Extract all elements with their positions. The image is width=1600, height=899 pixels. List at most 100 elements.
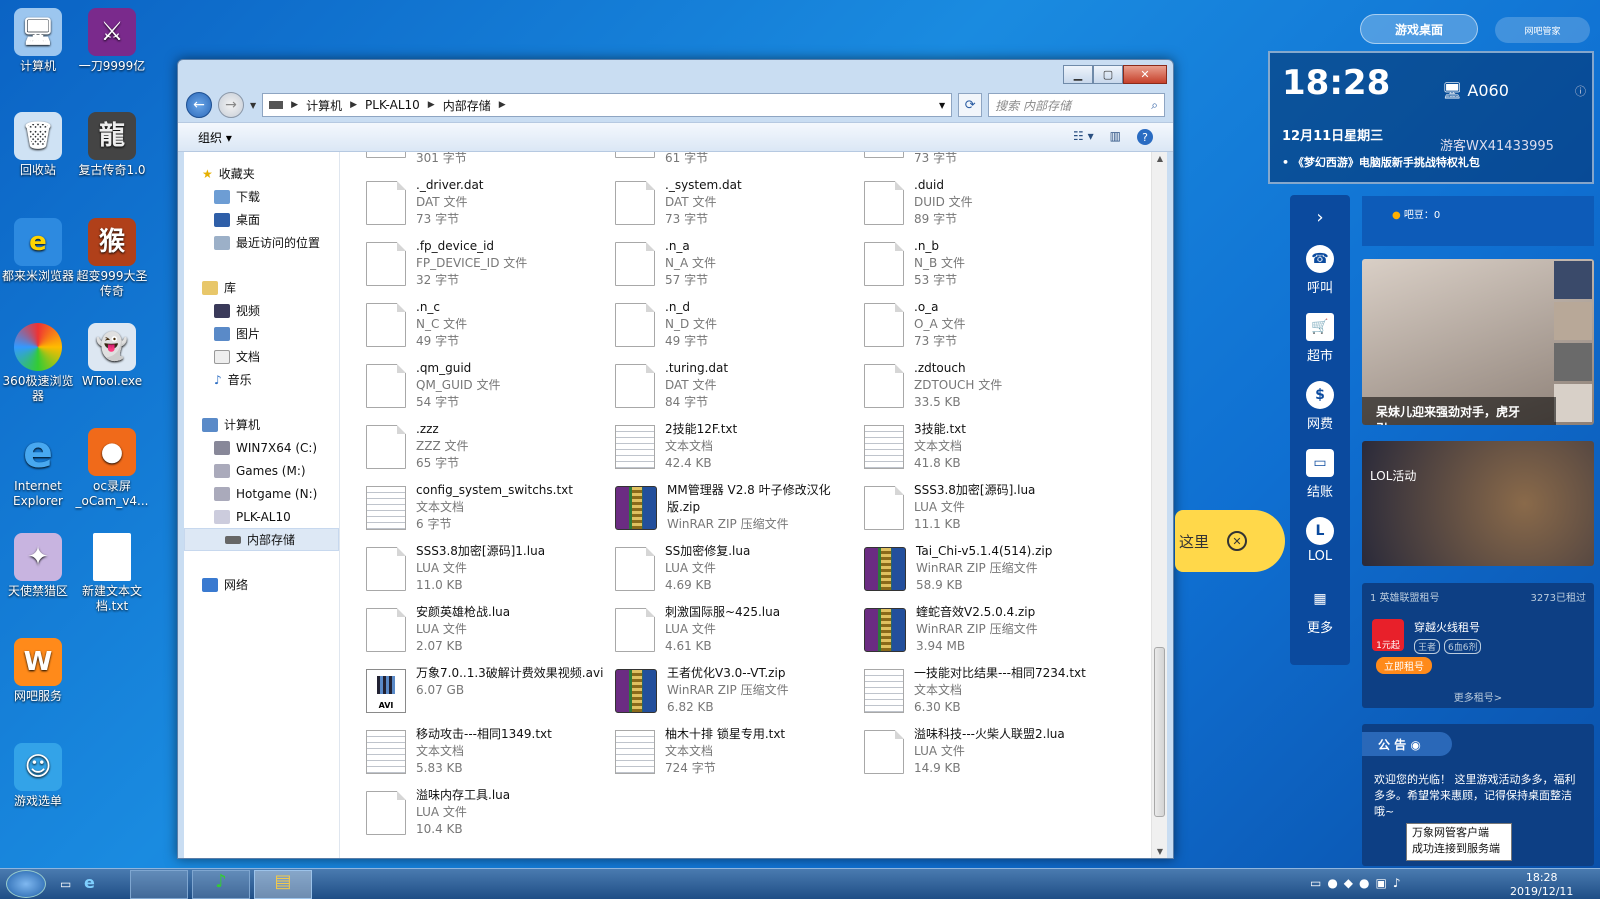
file-item[interactable]: .qm_guid QM_GUID 文件 54 字节 <box>366 360 606 416</box>
file-item[interactable]: 溢味内存工具.lua LUA 文件 10.4 KB <box>366 787 606 843</box>
desktop-icon-ie[interactable]: e Internet Explorer <box>0 428 76 509</box>
file-item[interactable]: .duid DUID 文件 89 字节 <box>864 177 1104 233</box>
file-item[interactable]: 移动攻击---相同1349.txt 文本文档 5.83 KB <box>366 726 606 782</box>
nav-checkout[interactable]: ▭ 结账 <box>1290 449 1350 500</box>
start-button[interactable] <box>6 870 46 898</box>
scrollbar-thumb[interactable] <box>1154 647 1165 817</box>
file-item[interactable]: 蝰蛇音效V2.5.0.4.zip WinRAR ZIP 压缩文件 3.94 MB <box>864 604 1104 660</box>
forward-button[interactable]: → <box>218 92 244 118</box>
file-item[interactable]: 刺激国际服~425.lua LUA 文件 4.61 KB <box>615 604 855 660</box>
scroll-up-icon[interactable]: ▲ <box>1152 154 1167 163</box>
nav-more[interactable]: ▦ 更多 <box>1290 585 1350 636</box>
close-circle-icon[interactable]: ✕ <box>1227 531 1248 551</box>
desktop-icon-game2[interactable]: 龍复古传奇1.0 <box>74 112 150 178</box>
nav-call[interactable]: ☎ 呼叫 <box>1290 245 1350 296</box>
lol-event-card[interactable]: LOL活动 <box>1362 441 1594 566</box>
file-item[interactable]: Tai_Chi-v5.1.4(514).zip WinRAR ZIP 压缩文件 58… <box>864 543 1104 599</box>
nav-recent[interactable]: 最近访问的位置 <box>184 231 339 254</box>
file-item[interactable]: AVI 万象7.0..1.3破解计费效果视频.avi 6.07 GB <box>366 665 606 721</box>
ie-taskbar-icon[interactable]: e <box>84 873 95 892</box>
popup-tab[interactable]: 这里 ✕ <box>1175 510 1285 572</box>
title-bar[interactable]: ▁ ▢ ✕ <box>178 60 1173 88</box>
rent-button[interactable]: 立即租号 <box>1376 657 1432 674</box>
close-button[interactable]: ✕ <box>1123 65 1167 84</box>
file-item[interactable]: 一技能对比结果---相同7234.txt 文本文档 6.30 KB <box>864 665 1104 721</box>
file-item[interactable]: .n_a N_A 文件 57 字节 <box>615 238 855 294</box>
nav-music[interactable]: ♪ 音乐 <box>184 368 339 391</box>
news-link[interactable]: • 《梦幻西游》电脑版新手挑战特权礼包 <box>1282 154 1480 170</box>
preview-pane-icon[interactable]: ▥ <box>1110 129 1121 145</box>
maximize-button[interactable]: ▢ <box>1093 65 1123 84</box>
desktop-icon-ocam[interactable]: ● oc录屏 _oCam_v4... <box>74 428 150 509</box>
vertical-scrollbar[interactable]: ▲ ▼ <box>1151 152 1167 858</box>
nav-videos[interactable]: 视频 <box>184 299 339 322</box>
breadcrumb-computer[interactable]: 计算机 <box>306 97 342 114</box>
file-item[interactable]: 柚木十排 锁星专用.txt 文本文档 724 字节 <box>615 726 855 782</box>
organize-button[interactable]: 组织 ▾ <box>198 129 232 146</box>
nav-downloads[interactable]: 下载 <box>184 185 339 208</box>
file-item[interactable]: SSS3.8加密[源码]1.lua LUA 文件 11.0 KB <box>366 543 606 599</box>
desktop-icon-service[interactable]: W 网吧服务 <box>0 638 76 704</box>
desktop-icon-newtxt[interactable]: 新建文本文档.txt <box>74 533 150 614</box>
file-item[interactable]: 王者优化V3.0--VT.zip WinRAR ZIP 压缩文件 6.82 KB <box>615 665 855 721</box>
scroll-down-icon[interactable]: ▼ <box>1152 847 1167 856</box>
desktop-icon-computer[interactable]: 🖥 计算机 <box>0 8 76 74</box>
file-item[interactable]: 2技能12F.txt 文本文档 42.4 KB <box>615 421 855 477</box>
back-button[interactable]: ← <box>186 92 212 118</box>
thumbnail[interactable] <box>1554 302 1592 340</box>
history-dropdown-icon[interactable]: ▼ <box>250 101 256 110</box>
file-item[interactable]: .turing.dat DAT 文件 84 字节 <box>615 360 855 416</box>
file-item[interactable]: ._system.dat DAT 文件 73 字节 <box>615 177 855 233</box>
thumbnail[interactable] <box>1554 261 1592 299</box>
game-desktop-button[interactable]: 游戏桌面 <box>1360 14 1478 44</box>
file-item[interactable]: ._driver.dat DAT 文件 73 字节 <box>366 177 606 233</box>
help-icon[interactable]: ? <box>1137 129 1153 145</box>
desktop-icon-game1[interactable]: ⚔ 一刀9999亿 <box>74 8 150 74</box>
desktop-icon-wtool[interactable]: 👻 WTool.exe <box>74 323 150 389</box>
nav-internal-storage[interactable]: 内部存储 <box>184 528 339 551</box>
nav-documents[interactable]: 文档 <box>184 345 339 368</box>
file-item[interactable]: 安颜英雄枪战.lua LUA 文件 2.07 KB <box>366 604 606 660</box>
file-item[interactable]: 3技能.txt 文本文档 41.8 KB <box>864 421 1104 477</box>
more-rent-link[interactable]: 更多租号> <box>1362 689 1594 704</box>
file-item[interactable]: 溢味科技---火柴人联盟2.lua LUA 文件 14.9 KB <box>864 726 1104 782</box>
desktop-icon-game3[interactable]: 猴超变999大圣传奇 <box>74 218 150 299</box>
minimize-button[interactable]: ▁ <box>1063 65 1093 84</box>
nav-favorites[interactable]: ★ 收藏夹 <box>184 162 339 185</box>
tray-clock[interactable]: 18:28 2019/12/11 <box>1510 871 1573 899</box>
nav-drive-m[interactable]: Games (M:) <box>184 459 339 482</box>
file-item[interactable]: SS加密修复.lua LUA 文件 4.69 KB <box>615 543 855 599</box>
desktop-icon-recycle-bin[interactable]: 🗑 回收站 <box>0 112 76 178</box>
breadcrumb-device[interactable]: PLK-AL10 <box>365 98 420 112</box>
streamer-banner[interactable]: 呆妹儿迎来强劲对手，虎牙引... <box>1362 259 1594 425</box>
taskbar-app-game[interactable] <box>130 870 188 899</box>
taskbar-app-music[interactable]: ♪ <box>192 870 250 899</box>
nav-drive-c[interactable]: WIN7X64 (C:) <box>184 436 339 459</box>
file-item[interactable]: .zdtouch ZDTOUCH 文件 33.5 KB <box>864 360 1104 416</box>
nav-library[interactable]: 库 <box>184 276 339 299</box>
breadcrumb-storage[interactable]: 内部存储 <box>443 97 491 114</box>
file-item[interactable]: .n_d N_D 文件 49 字节 <box>615 299 855 355</box>
file-item[interactable]: .o_a O_A 文件 73 字节 <box>864 299 1104 355</box>
nav-computer[interactable]: 计算机 <box>184 413 339 436</box>
desktop-icon-game4[interactable]: ✦ 天使禁猎区 <box>0 533 76 599</box>
nav-network[interactable]: 网络 <box>184 573 339 596</box>
file-item[interactable]: .n_b N_B 文件 53 字节 <box>864 238 1104 294</box>
desktop-icon-browser[interactable]: e 都来米浏览器 <box>0 218 76 284</box>
file-item[interactable]: .n_c N_C 文件 49 字节 <box>366 299 606 355</box>
nav-desktop[interactable]: 桌面 <box>184 208 339 231</box>
search-input[interactable]: 搜索 内部存储 ⌕ <box>988 93 1165 117</box>
desktop-icon-360[interactable]: 360极速浏览器 <box>0 323 76 404</box>
desktop-icon-menu[interactable]: ☺ 游戏选单 <box>0 743 76 809</box>
address-dropdown-icon[interactable]: ▼ <box>939 101 945 110</box>
thumbnail[interactable] <box>1554 384 1592 422</box>
view-options-icon[interactable]: ☷ ▾ <box>1073 129 1094 145</box>
nav-drive-n[interactable]: Hotgame (N:) <box>184 482 339 505</box>
show-desktop-icon[interactable]: ▭ <box>60 877 71 891</box>
nav-fee[interactable]: $ 网费 <box>1290 381 1350 432</box>
nav-device[interactable]: PLK-AL10 <box>184 505 339 528</box>
info-icon[interactable]: ⓘ <box>1575 83 1586 99</box>
refresh-button[interactable]: ⟳ <box>958 93 983 117</box>
file-item[interactable]: .fp_device_id FP_DEVICE_ID 文件 32 字节 <box>366 238 606 294</box>
nav-shop[interactable]: 🛒 超市 <box>1290 313 1350 364</box>
